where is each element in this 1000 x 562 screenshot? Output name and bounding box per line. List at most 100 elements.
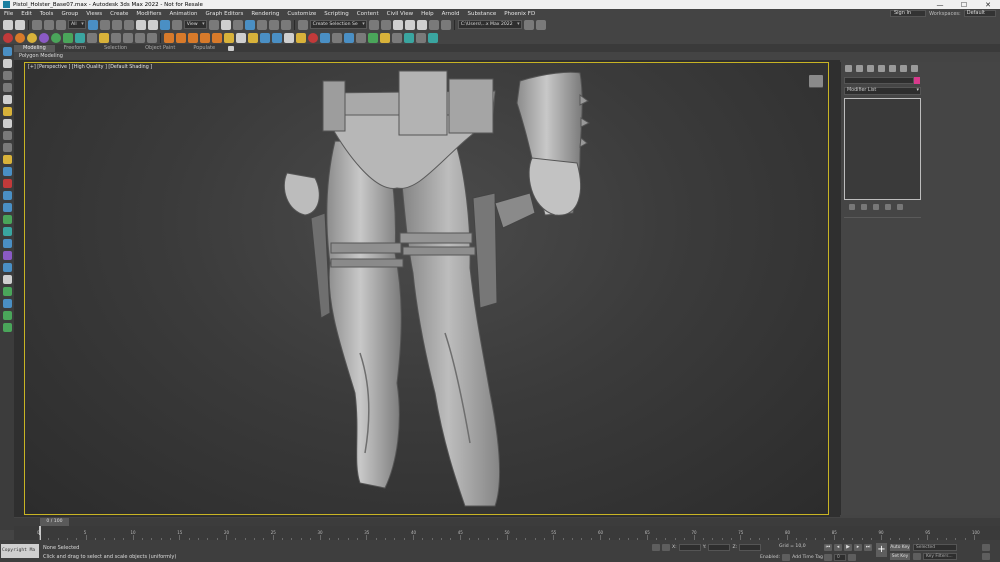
create-sphere-icon[interactable] — [2, 59, 12, 68]
play-animation-icon[interactable]: ▶ — [844, 544, 852, 551]
menu-file[interactable]: File — [0, 11, 17, 17]
explosion-icon[interactable] — [188, 32, 198, 43]
maximize-button[interactable]: ☐ — [952, 1, 976, 9]
key-mode-icon[interactable] — [824, 554, 832, 561]
workspace-dropdown[interactable]: Default — [963, 10, 996, 17]
make-unique-icon[interactable] — [873, 204, 879, 210]
create-tab-icon[interactable] — [845, 65, 852, 72]
menu-group[interactable]: Group — [57, 11, 82, 17]
create-sun-icon[interactable] — [2, 155, 12, 164]
menu-graph-editors[interactable]: Graph Editors — [202, 11, 248, 17]
material-editor-icon[interactable] — [15, 32, 25, 43]
keyboard-shortcut-icon[interactable] — [232, 19, 243, 30]
window-icon[interactable] — [392, 32, 402, 43]
pause-icon[interactable] — [123, 32, 133, 43]
pin-stack-icon[interactable] — [849, 204, 855, 210]
redo-icon[interactable] — [15, 19, 25, 30]
menu-phoenix-fd[interactable]: Phoenix FD — [500, 11, 539, 17]
time-configuration-icon[interactable] — [848, 554, 856, 561]
viewport-label[interactable]: [+] [Perspective ] [High Quality ] [Defa… — [28, 65, 152, 70]
create-particle-icon[interactable] — [2, 203, 12, 212]
emitter-icon[interactable] — [248, 32, 258, 43]
undo-icon[interactable] — [3, 19, 13, 30]
edit-named-selection-icon[interactable] — [297, 19, 308, 30]
camera-icon[interactable] — [296, 32, 306, 43]
remove-modifier-icon[interactable] — [885, 204, 891, 210]
menu-create[interactable]: Create — [106, 11, 132, 17]
scale-icon[interactable] — [159, 19, 170, 30]
default-in-out-tangents-icon[interactable] — [913, 553, 921, 560]
hierarchy-tab-icon[interactable] — [867, 65, 874, 72]
create-torus-icon[interactable] — [2, 95, 12, 104]
grid-icon[interactable] — [332, 32, 342, 43]
key-filters-button[interactable]: Key Filters... — [923, 553, 957, 560]
unlink-icon[interactable] — [44, 19, 54, 30]
folder-icon[interactable] — [523, 19, 534, 30]
display-tab-icon[interactable] — [889, 65, 896, 72]
menu-edit[interactable]: Edit — [17, 11, 36, 17]
curve-editor-icon[interactable] — [428, 19, 439, 30]
menu-tools[interactable]: Tools — [36, 11, 58, 17]
modify-tab-icon[interactable] — [856, 65, 863, 72]
create-light-icon[interactable] — [2, 107, 12, 116]
arnold-render-icon[interactable] — [39, 32, 49, 43]
rotate-icon[interactable] — [147, 19, 158, 30]
tab-object-paint[interactable]: Object Paint — [136, 45, 184, 52]
pan-icon[interactable] — [982, 553, 990, 560]
viewcube-icon[interactable] — [809, 75, 823, 87]
shape-icon[interactable] — [99, 32, 109, 43]
move-icon[interactable] — [135, 19, 146, 30]
menu-animation[interactable]: Animation — [166, 11, 202, 17]
transform-icon[interactable] — [63, 32, 73, 43]
z-coordinate-field[interactable] — [739, 544, 762, 551]
export-icon[interactable] — [428, 32, 438, 43]
create-tube-icon[interactable] — [2, 131, 12, 140]
character-legs-model[interactable] — [25, 63, 829, 515]
menu-substance[interactable]: Substance — [463, 11, 500, 17]
angle-snap-icon[interactable] — [256, 19, 267, 30]
plane-constraint-icon[interactable] — [87, 32, 97, 43]
preset-icon[interactable] — [380, 32, 390, 43]
modifier-list-dropdown[interactable]: Modifier List — [844, 87, 921, 95]
ribbon-options-icon[interactable] — [228, 46, 235, 51]
enabled-toggle-icon[interactable] — [782, 554, 791, 561]
configure-modifier-sets-icon[interactable] — [897, 204, 903, 210]
time-slider[interactable]: 0 / 100 — [14, 518, 1000, 526]
project-folder-dropdown[interactable]: C:\Users\...x Max 2022 — [457, 20, 522, 29]
ribbon-panel-label[interactable]: Polygon Modeling — [14, 52, 1000, 60]
ocean-icon[interactable] — [212, 32, 222, 43]
snaps-toggle-icon[interactable] — [244, 19, 255, 30]
plant-icon[interactable] — [368, 32, 378, 43]
select-object-icon[interactable] — [87, 19, 98, 30]
schematic-view-icon[interactable] — [440, 19, 451, 30]
reference-coordinate-dropdown[interactable]: View — [183, 20, 207, 29]
smoke-icon[interactable] — [176, 32, 186, 43]
selection-filter-dropdown[interactable]: All — [68, 20, 86, 29]
water-icon[interactable] — [320, 32, 330, 43]
zoom-icon[interactable] — [982, 544, 990, 551]
object-name-field[interactable] — [844, 77, 914, 84]
x-coordinate-field[interactable] — [678, 544, 701, 551]
utilities-tab-icon[interactable] — [900, 65, 907, 72]
mirror-icon[interactable] — [368, 19, 379, 30]
delete-icon[interactable] — [147, 32, 157, 43]
y-coordinate-field[interactable] — [708, 544, 731, 551]
create-teapot-icon[interactable] — [2, 263, 12, 272]
create-helper-icon[interactable] — [2, 179, 12, 188]
menu-help[interactable]: Help — [417, 11, 438, 17]
settings-icon[interactable] — [416, 32, 426, 43]
next-frame-icon[interactable]: ▸ — [854, 544, 862, 551]
show-end-result-icon[interactable] — [861, 204, 867, 210]
create-sphere-blue-icon[interactable] — [2, 239, 12, 248]
create-geosphere-icon[interactable] — [2, 119, 12, 128]
render-setup-icon[interactable] — [3, 32, 13, 43]
menu-rendering[interactable]: Rendering — [247, 11, 283, 17]
pin-icon[interactable] — [911, 65, 918, 72]
link-icon[interactable] — [32, 19, 42, 30]
go-to-end-icon[interactable]: ⏭ — [864, 544, 872, 551]
create-compound-icon[interactable] — [2, 227, 12, 236]
stop-icon[interactable] — [135, 32, 145, 43]
tab-freeform[interactable]: Freeform — [55, 45, 95, 52]
arnold-light-icon[interactable] — [51, 32, 61, 43]
track-bar[interactable]: 0 5 10 15 20 25 30 35 40 45 50 55 60 65 70 75 80 85 90 95 10… — [14, 526, 1000, 540]
